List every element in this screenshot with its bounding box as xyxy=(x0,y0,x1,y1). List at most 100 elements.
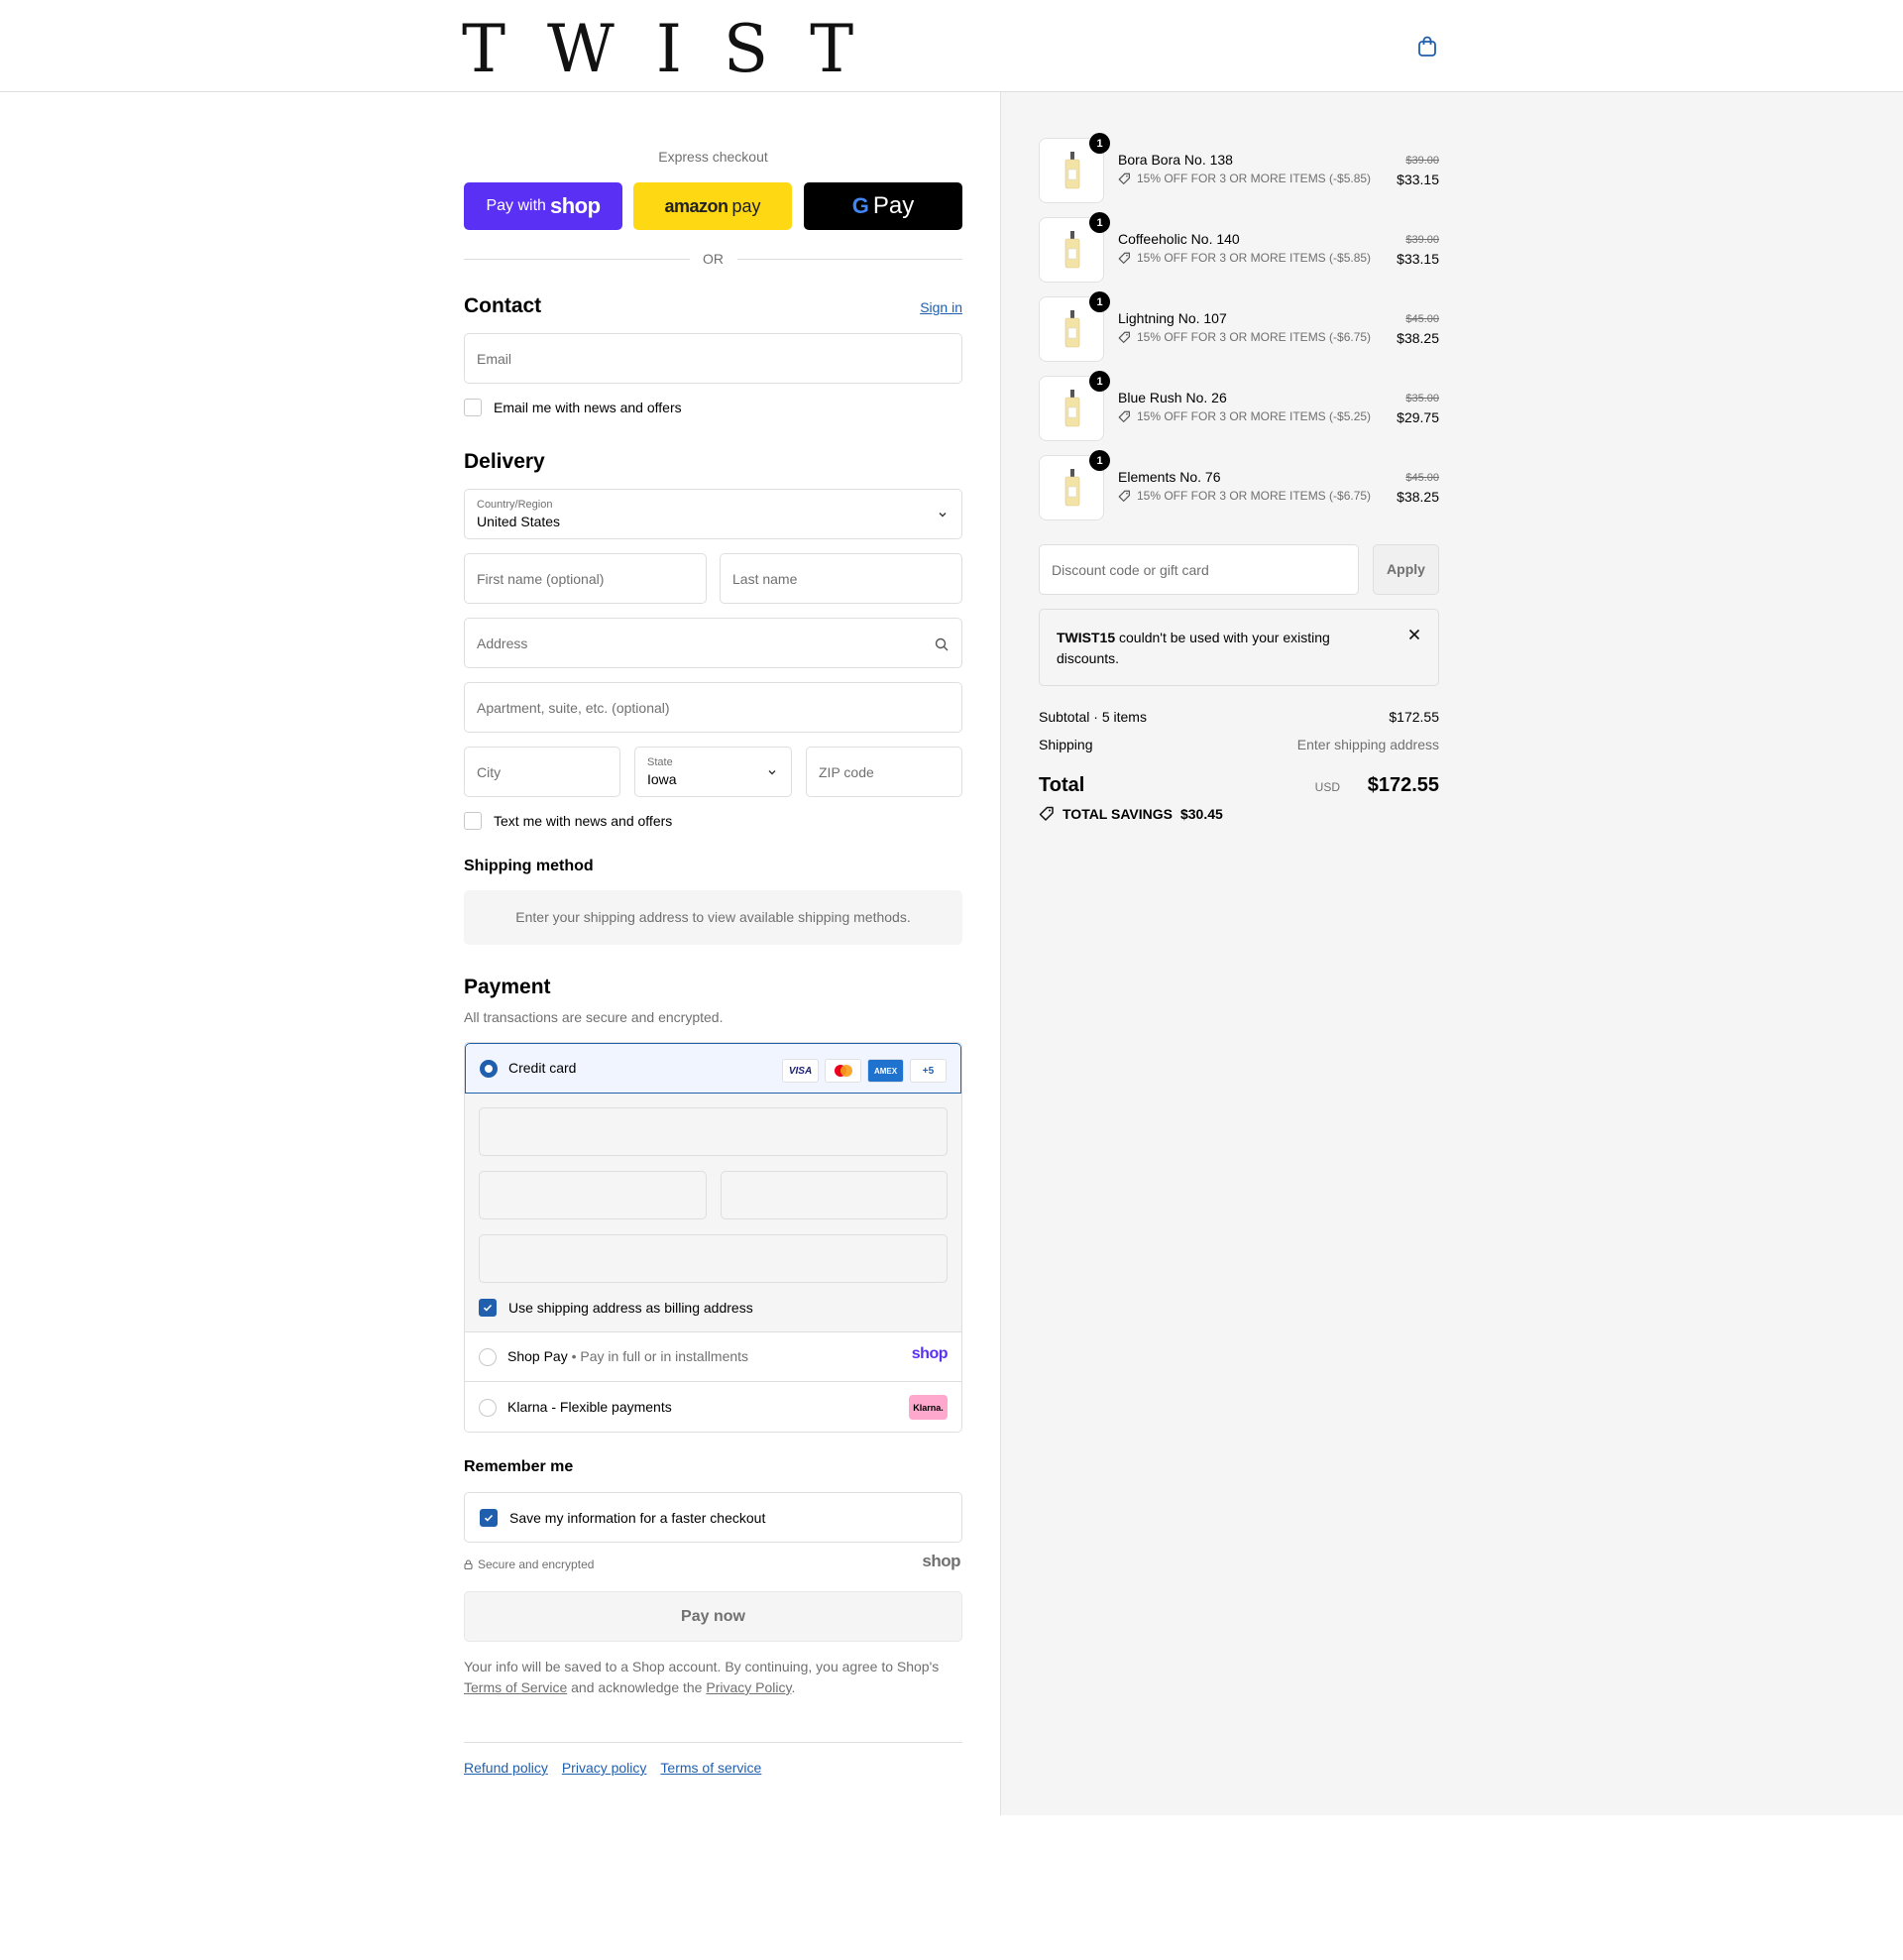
cart-item: 1 Blue Rush No. 26 15% OFF FOR 3 OR MORE I… xyxy=(1039,371,1439,441)
billing-checkbox-row[interactable]: Use shipping address as billing address xyxy=(479,1299,753,1317)
newsletter-checkbox[interactable] xyxy=(464,399,482,416)
newsletter-checkbox-row[interactable]: Email me with news and offers xyxy=(464,399,682,416)
shopping-bag-icon[interactable] xyxy=(1415,35,1439,58)
discounted-price: $29.75 xyxy=(1397,409,1439,425)
apartment-field[interactable]: Apartment, suite, etc. (optional) xyxy=(464,682,962,733)
terms-of-service-link[interactable]: Terms of service xyxy=(660,1760,761,1776)
discount-placeholder: Discount code or gift card xyxy=(1052,562,1209,578)
visa-icon: VISA xyxy=(782,1059,819,1083)
cart-item: 1 Coffeeholic No. 140 15% OFF FOR 3 OR MOR… xyxy=(1039,212,1439,283)
shop-pay-prefix: Pay with xyxy=(486,197,546,214)
shop-logo: shop xyxy=(922,1552,960,1570)
product-discount: 15% OFF FOR 3 OR MORE ITEMS (-$5.85) xyxy=(1118,251,1371,265)
save-info-checkbox[interactable] xyxy=(480,1509,498,1527)
country-select[interactable]: Country/Region United States xyxy=(464,489,962,539)
product-name: Lightning No. 107 xyxy=(1118,310,1227,326)
quantity-badge: 1 xyxy=(1089,450,1110,471)
email-field[interactable]: Email xyxy=(464,333,962,384)
sms-checkbox[interactable] xyxy=(464,812,482,830)
klarna-radio[interactable] xyxy=(479,1399,497,1417)
save-info-label: Save my information for a faster checkou… xyxy=(509,1510,766,1526)
tag-icon xyxy=(1118,410,1130,422)
shipping-method-heading: Shipping method xyxy=(464,858,594,874)
state-label: State xyxy=(647,756,673,768)
tag-icon xyxy=(1118,331,1130,343)
or-divider: OR xyxy=(464,249,962,269)
discount-text: 15% OFF FOR 3 OR MORE ITEMS (-$5.85) xyxy=(1137,172,1372,185)
product-discount: 15% OFF FOR 3 OR MORE ITEMS (-$5.25) xyxy=(1118,409,1371,423)
discount-text: 15% OFF FOR 3 OR MORE ITEMS (-$6.75) xyxy=(1137,330,1372,344)
shop-pay-option[interactable]: Shop Pay • Pay in full or in installment… xyxy=(465,1332,961,1382)
product-discount: 15% OFF FOR 3 OR MORE ITEMS (-$6.75) xyxy=(1118,330,1371,344)
shop-pay-radio[interactable] xyxy=(479,1348,497,1366)
perfume-bottle-image xyxy=(1064,469,1080,507)
expiration-field[interactable] xyxy=(479,1171,707,1219)
billing-checkbox[interactable] xyxy=(479,1299,497,1317)
amazon-pay-suffix: pay xyxy=(731,195,761,216)
error-code: TWIST15 xyxy=(1057,630,1116,645)
store-logo[interactable]: TWIST xyxy=(462,10,895,88)
pay-now-button[interactable]: Pay now xyxy=(464,1591,962,1642)
discounted-price: $33.15 xyxy=(1397,251,1439,267)
email-placeholder: Email xyxy=(477,351,512,367)
legal-text-2: and acknowledge the xyxy=(571,1679,703,1695)
legal-text-1: Your info will be saved to a Shop accoun… xyxy=(464,1659,940,1674)
privacy-link[interactable]: Privacy Policy xyxy=(706,1679,791,1695)
payment-subtitle: All transactions are secure and encrypte… xyxy=(464,1009,724,1025)
amazon-pay-button[interactable]: amazon pay xyxy=(633,182,792,230)
total-value: $172.55 xyxy=(1367,774,1439,796)
sign-in-link[interactable]: Sign in xyxy=(920,299,962,315)
original-price: $35.00 xyxy=(1405,393,1439,404)
perfume-bottle-image xyxy=(1064,390,1080,427)
billing-label: Use shipping address as billing address xyxy=(508,1300,753,1316)
city-field[interactable]: City xyxy=(464,747,620,797)
refund-policy-link[interactable]: Refund policy xyxy=(464,1760,548,1776)
apartment-placeholder: Apartment, suite, etc. (optional) xyxy=(477,700,670,716)
close-icon[interactable] xyxy=(1408,629,1420,640)
discounted-price: $38.25 xyxy=(1397,330,1439,346)
credit-card-option[interactable]: Credit card VISA AMEX +5 xyxy=(465,1043,961,1094)
shop-pay-brand: shop xyxy=(549,193,601,218)
address-field[interactable]: Address xyxy=(464,618,962,668)
footer-divider xyxy=(464,1742,962,1743)
privacy-policy-link[interactable]: Privacy policy xyxy=(562,1760,647,1776)
original-price: $39.00 xyxy=(1405,155,1439,167)
google-pay-button[interactable]: G Pay xyxy=(804,182,962,230)
city-placeholder: City xyxy=(477,764,502,780)
zip-field[interactable]: ZIP code xyxy=(806,747,962,797)
sms-checkbox-row[interactable]: Text me with news and offers xyxy=(464,812,672,830)
shipping-row: Shipping Enter shipping address xyxy=(1039,737,1439,752)
contact-heading: Contact xyxy=(464,294,542,317)
first-name-field[interactable]: First name (optional) xyxy=(464,553,707,604)
name-on-card-field[interactable] xyxy=(479,1234,948,1283)
save-info-checkbox-row[interactable]: Save my information for a faster checkou… xyxy=(480,1509,765,1527)
cart-item: 1 Elements No. 76 15% OFF FOR 3 OR MORE IT… xyxy=(1039,450,1439,520)
last-name-field[interactable]: Last name xyxy=(720,553,962,604)
search-icon xyxy=(935,637,949,651)
express-checkout-title: Express checkout xyxy=(658,149,768,165)
original-price: $45.00 xyxy=(1405,313,1439,325)
savings-label: TOTAL SAVINGS xyxy=(1063,806,1173,822)
product-discount: 15% OFF FOR 3 OR MORE ITEMS (-$6.75) xyxy=(1118,489,1371,503)
perfume-bottle-image xyxy=(1064,310,1080,348)
discount-code-field[interactable]: Discount code or gift card xyxy=(1039,544,1359,595)
total-savings: TOTAL SAVINGS $30.45 xyxy=(1039,806,1223,822)
discount-error-text: TWIST15 couldn't be used with your exist… xyxy=(1057,628,1354,669)
klarna-option[interactable]: Klarna - Flexible payments Klarna. xyxy=(465,1383,961,1432)
shop-pay-button[interactable]: Pay with shop xyxy=(464,182,622,230)
perfume-bottle-image xyxy=(1064,152,1080,189)
state-select[interactable]: State Iowa xyxy=(634,747,792,797)
discounted-price: $33.15 xyxy=(1397,172,1439,187)
discount-text: 15% OFF FOR 3 OR MORE ITEMS (-$5.85) xyxy=(1137,251,1372,265)
quantity-badge: 1 xyxy=(1089,133,1110,154)
credit-card-radio[interactable] xyxy=(480,1060,498,1078)
terms-link[interactable]: Terms of Service xyxy=(464,1679,567,1695)
product-discount: 15% OFF FOR 3 OR MORE ITEMS (-$5.85) xyxy=(1118,172,1371,185)
shipping-label: Shipping xyxy=(1039,737,1093,752)
security-code-field[interactable] xyxy=(721,1171,948,1219)
cart-item: 1 Lightning No. 107 15% OFF FOR 3 OR MORE … xyxy=(1039,291,1439,362)
card-number-field[interactable] xyxy=(479,1107,948,1156)
original-price: $45.00 xyxy=(1405,472,1439,484)
remember-me-box: Save my information for a faster checkou… xyxy=(464,1492,962,1543)
apply-button[interactable]: Apply xyxy=(1373,544,1439,595)
